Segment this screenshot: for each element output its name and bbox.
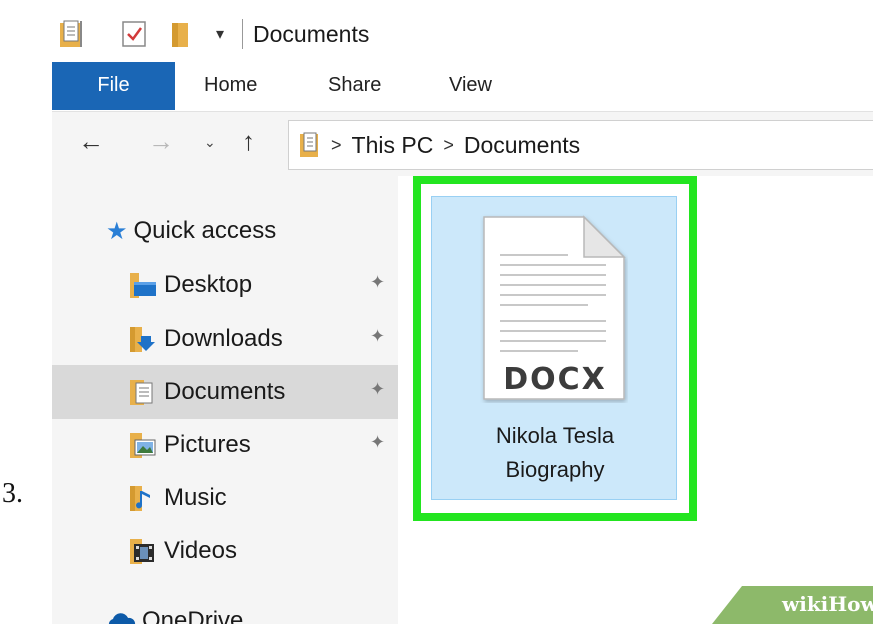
window-title: Documents	[253, 20, 370, 47]
recent-locations-button[interactable]: ⌄	[204, 134, 216, 151]
tab-share[interactable]: Share	[328, 62, 381, 110]
sidebar-item-label: Videos	[164, 537, 237, 564]
breadcrumb-chevron-icon[interactable]: >	[331, 135, 342, 156]
ribbon-tabs: File Home Share View	[52, 62, 873, 112]
sidebar-item-pictures[interactable]: Pictures ✦	[52, 418, 398, 472]
sidebar-item-label: Documents	[164, 378, 286, 405]
star-icon: ★	[106, 217, 128, 245]
sidebar-item-videos[interactable]: Videos	[52, 524, 398, 578]
file-name: Nikola Tesla Biography	[432, 419, 678, 487]
folder-doc-icon[interactable]	[58, 19, 86, 49]
music-folder-icon	[128, 483, 158, 513]
documents-folder-icon	[299, 131, 321, 159]
checkmark-doc-icon[interactable]	[120, 19, 148, 49]
title-bar: ▾ Documents	[52, 0, 873, 68]
address-bar[interactable]: > This PC > Documents	[288, 120, 873, 170]
pin-icon[interactable]: ✦	[370, 432, 385, 453]
sidebar-item-quick-access[interactable]: ★ Quick access	[52, 204, 398, 258]
downloads-folder-icon	[128, 324, 158, 354]
breadcrumb-chevron-icon[interactable]: >	[443, 135, 454, 156]
sidebar-item-onedrive[interactable]: OneDrive	[52, 594, 398, 624]
pin-icon[interactable]: ✦	[370, 272, 385, 293]
file-item-nikola-tesla-biography[interactable]: DOCX Nikola Tesla Biography	[431, 196, 677, 500]
sidebar-item-downloads[interactable]: Downloads ✦	[52, 312, 398, 366]
sidebar-item-label: Desktop	[164, 271, 253, 298]
tab-view[interactable]: View	[449, 62, 492, 110]
sidebar-item-label: OneDrive	[142, 607, 244, 624]
dropdown-arrow-icon[interactable]: ▾	[216, 24, 224, 44]
wikihow-watermark: wikiHow	[712, 586, 873, 624]
sidebar-item-desktop[interactable]: Desktop ✦	[52, 258, 398, 312]
pin-icon[interactable]: ✦	[370, 379, 385, 400]
file-explorer-window: ▾ Documents File Home Share View ← → ⌄ ↑	[52, 0, 873, 624]
file-type-label: DOCX	[503, 362, 607, 397]
folder-icon[interactable]	[170, 19, 190, 49]
pictures-folder-icon	[128, 430, 158, 460]
tab-home[interactable]: Home	[204, 62, 257, 110]
file-name-line-1: Nikola Tesla	[495, 423, 615, 448]
sidebar-item-label: Pictures	[164, 431, 251, 458]
back-button[interactable]: ←	[78, 126, 104, 157]
sidebar-item-label: Downloads	[164, 325, 283, 352]
file-list-pane: DOCX Nikola Tesla Biography	[398, 176, 873, 624]
desktop-folder-icon	[128, 270, 158, 300]
wikihow-logo-text: wikiHow	[782, 592, 873, 616]
sidebar-item-label: Music	[164, 484, 227, 511]
navigation-pane: ★ Quick access Desktop ✦ Downloads ✦ Doc…	[52, 176, 398, 624]
navigation-bar: ← → ⌄ ↑ > This PC > Documents	[52, 112, 873, 176]
sidebar-item-music[interactable]: Music	[52, 471, 398, 525]
pin-icon[interactable]: ✦	[370, 326, 385, 347]
sidebar-item-label: Quick access	[133, 217, 277, 244]
title-separator	[242, 19, 244, 49]
sidebar-item-documents[interactable]: Documents ✦	[52, 365, 398, 419]
forward-button[interactable]: →	[148, 126, 174, 157]
onedrive-icon	[106, 610, 136, 624]
tab-file[interactable]: File	[52, 62, 175, 110]
documents-folder-icon	[128, 377, 158, 407]
file-name-line-2: Biography	[505, 457, 605, 482]
breadcrumb-documents[interactable]: Documents	[464, 132, 580, 159]
breadcrumb-this-pc[interactable]: This PC	[352, 132, 434, 159]
up-button[interactable]: ↑	[242, 126, 255, 157]
videos-folder-icon	[128, 536, 158, 566]
step-number: 3.	[2, 478, 23, 509]
